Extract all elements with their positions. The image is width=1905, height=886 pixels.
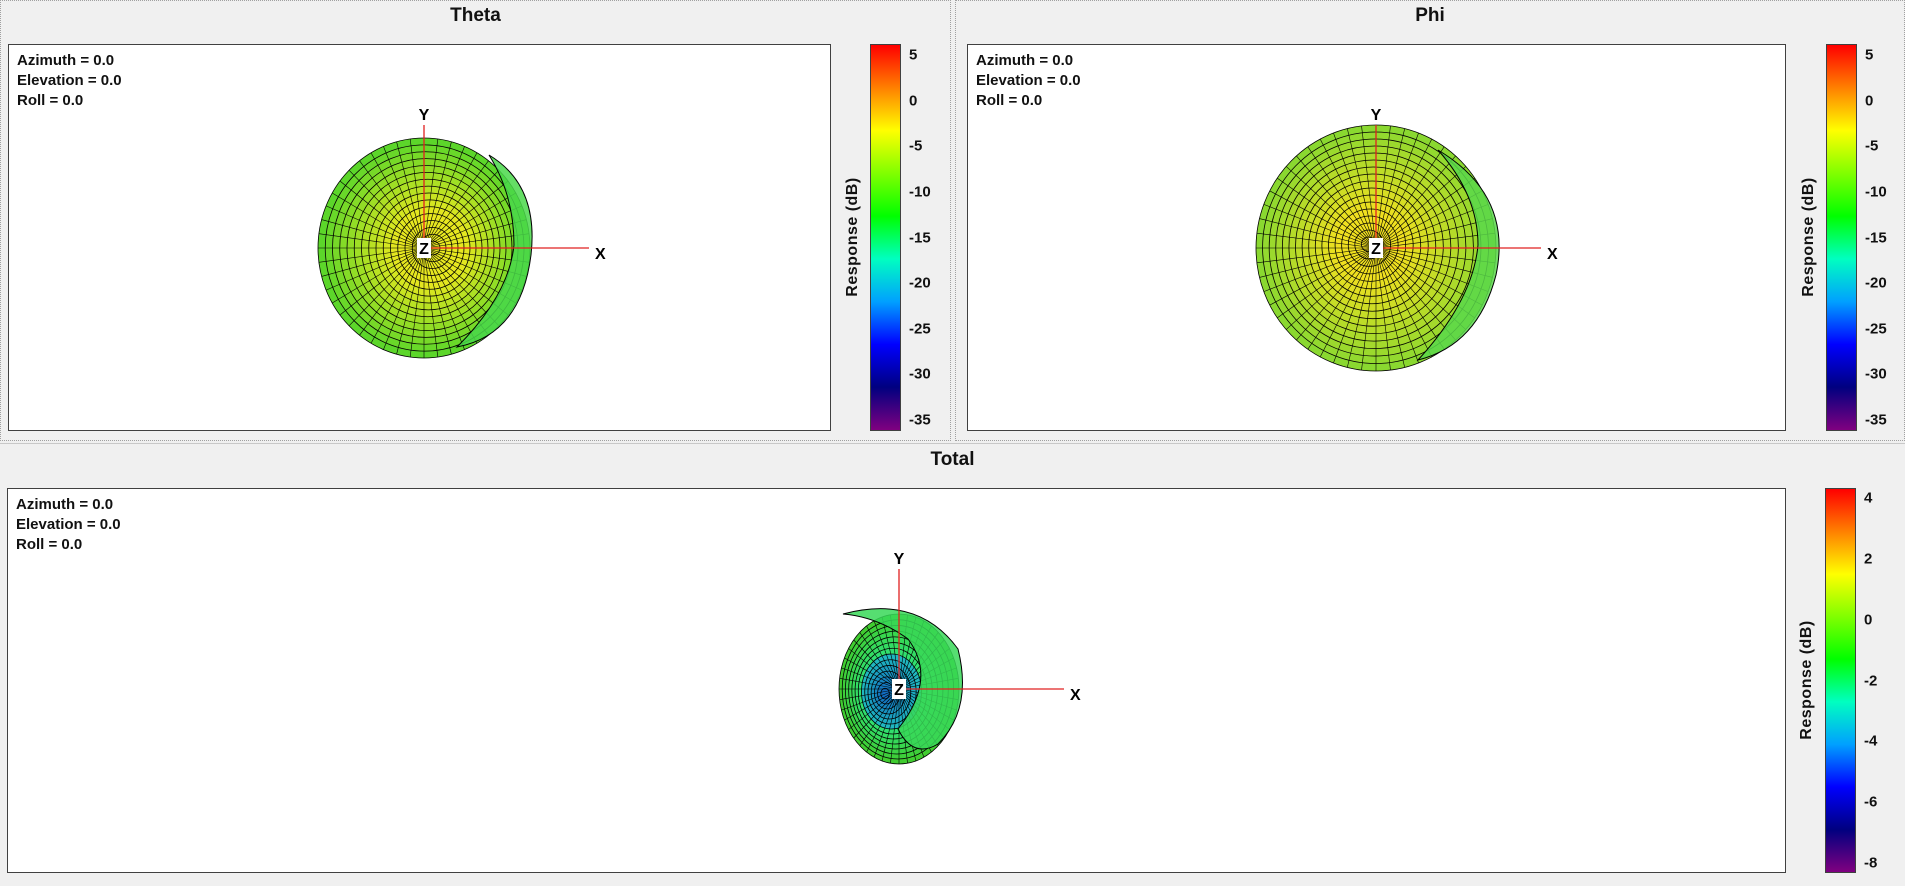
total-colorbar-tick: -6 [1864, 793, 1878, 811]
phi-elevation-text: Elevation = 0.0 [976, 72, 1081, 89]
total-colorbar-tick: -4 [1864, 732, 1878, 750]
theta-colorbar-tick: 0 [909, 92, 918, 110]
phi-colorbar-title: Response (dB) [1800, 177, 1817, 297]
theta-colorbar-tick: -10 [909, 183, 931, 201]
total-y-axis-label: Y [894, 551, 905, 568]
pane-divider[interactable] [0, 443, 1905, 444]
theta-plot-area[interactable]: Y X Z Azimuth = 0.0 Elevation = 0.0 Roll =… [8, 44, 831, 431]
phi-colorbar-tick: -35 [1865, 411, 1887, 429]
theta-radiation-pattern[interactable]: Y X Z [9, 45, 831, 431]
phi-y-axis-label: Y [1371, 107, 1382, 124]
total-z-axis-label: Z [894, 682, 904, 699]
total-title: Total [930, 449, 975, 470]
phi-colorbar-tick: -5 [1865, 137, 1879, 155]
theta-pane: Theta Y X Z Azimuth = 0.0 Elevation = 0.0 … [0, 0, 951, 441]
phi-z-axis-label: Z [1371, 241, 1381, 258]
theta-colorbar-tick: -15 [909, 229, 931, 246]
phi-azimuth-text: Azimuth = 0.0 [976, 52, 1074, 69]
total-colorbar [1825, 488, 1856, 873]
total-colorbar-tick: -8 [1864, 854, 1878, 872]
theta-colorbar-tick: -5 [909, 137, 923, 155]
phi-view-info: Azimuth = 0.0 Elevation = 0.0 Roll = 0.0 [976, 51, 1081, 111]
phi-colorbar-tick: -25 [1865, 320, 1887, 338]
theta-colorbar [870, 44, 901, 431]
total-elevation-text: Elevation = 0.0 [16, 516, 121, 533]
phi-colorbar [1826, 44, 1857, 431]
total-colorbar-tick: 2 [1864, 550, 1873, 568]
theta-colorbar-tick: -25 [909, 320, 931, 338]
phi-pane: Phi Y X Z Azimuth = 0.0 Elevation = 0.0 Ro… [955, 0, 1905, 441]
theta-z-axis-label: Z [419, 241, 429, 258]
phi-colorbar-tick: 0 [1865, 92, 1874, 110]
total-colorbar-tick: -2 [1864, 672, 1878, 689]
theta-view-info: Azimuth = 0.0 Elevation = 0.0 Roll = 0.0 [17, 51, 122, 111]
phi-colorbar-tick: -10 [1865, 183, 1887, 201]
theta-title: Theta [450, 5, 501, 26]
theta-colorbar-tick: -35 [909, 411, 931, 429]
total-pane: Total Y X Z Azimuth = 0.0 Elevation = 0.0 … [0, 445, 1905, 886]
total-colorbar-title: Response (dB) [1798, 620, 1815, 740]
phi-colorbar-tick: -15 [1865, 229, 1887, 246]
phi-radiation-pattern[interactable]: Y X Z [968, 45, 1786, 431]
theta-azimuth-text: Azimuth = 0.0 [17, 52, 115, 69]
theta-x-axis-label: X [595, 246, 606, 263]
theta-y-axis-label: Y [419, 107, 430, 124]
total-colorbar-tick: 0 [1864, 611, 1873, 629]
phi-x-axis-label: X [1547, 246, 1558, 263]
theta-colorbar-tick: -20 [909, 274, 931, 292]
theta-colorbar-tick: -30 [909, 365, 931, 383]
phi-plot-area[interactable]: Y X Z Azimuth = 0.0 Elevation = 0.0 Roll =… [967, 44, 1786, 431]
total-x-axis-label: X [1070, 687, 1081, 704]
total-plot-area[interactable]: Y X Z Azimuth = 0.0 Elevation = 0.0 Roll =… [7, 488, 1786, 873]
phi-colorbar-tick: 5 [1865, 46, 1874, 64]
total-azimuth-text: Azimuth = 0.0 [16, 496, 114, 513]
total-view-info: Azimuth = 0.0 Elevation = 0.0 Roll = 0.0 [16, 495, 121, 555]
total-roll-text: Roll = 0.0 [16, 536, 83, 553]
theta-colorbar-tick: 5 [909, 46, 918, 64]
phi-title: Phi [1415, 5, 1445, 26]
total-radiation-pattern[interactable]: Y X Z [8, 489, 1786, 873]
theta-elevation-text: Elevation = 0.0 [17, 72, 122, 89]
phi-colorbar-tick: -30 [1865, 365, 1887, 383]
total-colorbar-tick: 4 [1864, 489, 1873, 507]
phi-colorbar-tick: -20 [1865, 274, 1887, 292]
theta-colorbar-title: Response (dB) [844, 177, 861, 297]
phi-roll-text: Roll = 0.0 [976, 92, 1043, 109]
theta-roll-text: Roll = 0.0 [17, 92, 84, 109]
